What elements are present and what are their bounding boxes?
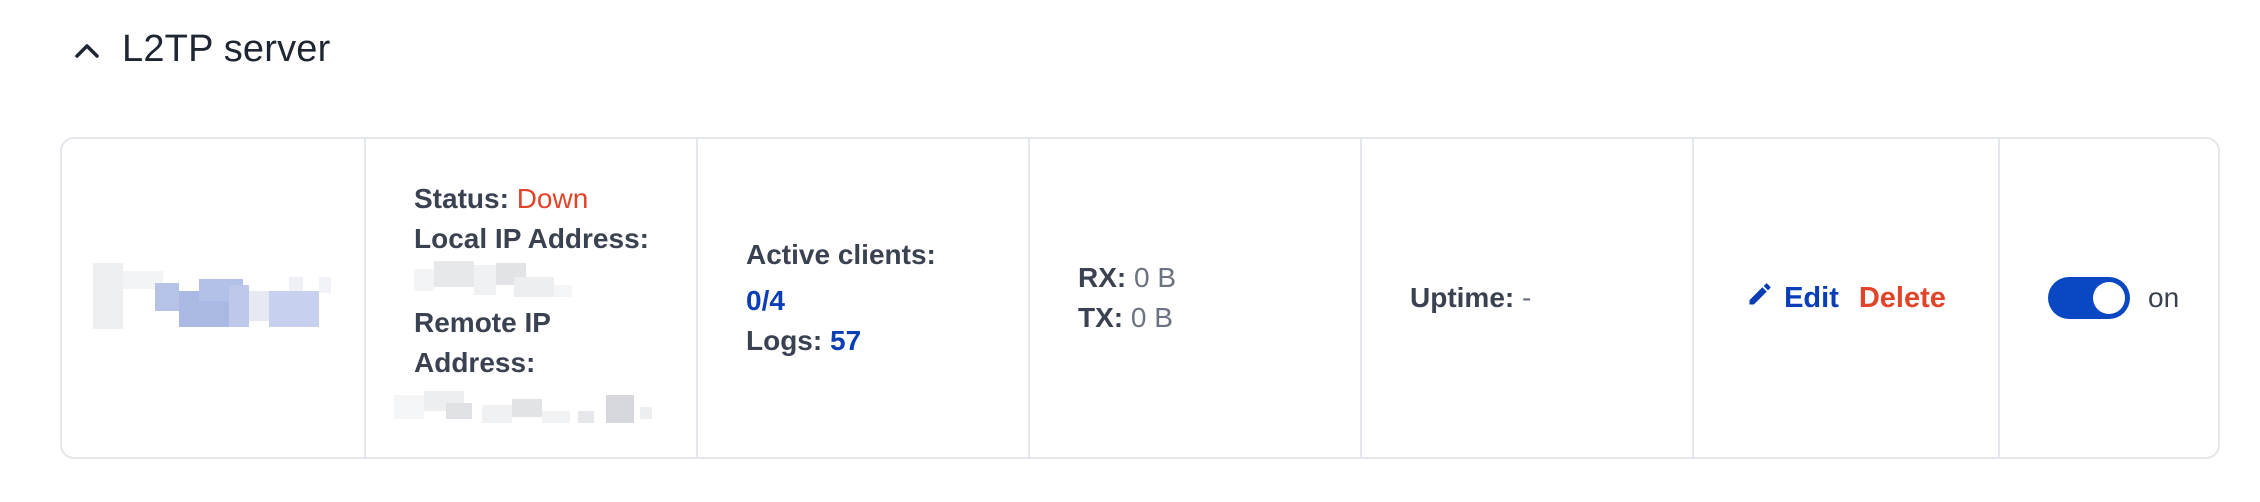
pencil-icon (1746, 280, 1774, 316)
remote-ip-label: Remote IP Address: (414, 307, 551, 378)
uptime-row: Uptime: - (1410, 278, 1531, 318)
chevron-up-icon[interactable] (72, 35, 102, 65)
redacted-remote-ip (394, 389, 664, 425)
tx-label: TX: (1078, 302, 1124, 333)
tx-value: 0 B (1130, 302, 1173, 333)
uptime-value: - (1522, 282, 1532, 313)
active-clients-link[interactable]: 0/4 (746, 281, 936, 321)
rx-row: RX: 0 B (1078, 258, 1176, 298)
uptime-label: Uptime: (1410, 282, 1515, 313)
local-ip-label: Local IP Address: (414, 223, 649, 254)
server-name-cell (62, 139, 366, 457)
logs-row: Logs: 57 (746, 321, 936, 361)
edit-label: Edit (1784, 281, 1839, 314)
toggle-cell: on (2000, 139, 2218, 457)
actions-cell: Edit Delete (1694, 139, 2000, 457)
rx-value: 0 B (1134, 262, 1177, 293)
redacted-server-name (93, 263, 333, 333)
clients-logs-cell: Active clients: 0/4 Logs: 57 (698, 139, 1030, 457)
delete-button[interactable]: Delete (1859, 282, 1946, 315)
status-label: Status: (414, 183, 509, 214)
enable-toggle[interactable] (2048, 277, 2130, 319)
rx-label: RX: (1078, 262, 1127, 293)
logs-label: Logs: (746, 325, 823, 356)
uptime-cell: Uptime: - (1362, 139, 1694, 457)
toggle-state-label: on (2148, 282, 2180, 313)
tx-row: TX: 0 B (1078, 298, 1176, 338)
status-value: Down (516, 183, 589, 214)
traffic-cell: RX: 0 B TX: 0 B (1030, 139, 1362, 457)
status-row: Status: Down (414, 179, 664, 219)
status-ip-cell: Status: Down Local IP Address: Remote IP… (366, 139, 698, 457)
logs-link[interactable]: 57 (830, 325, 861, 356)
edit-button[interactable]: Edit (1746, 280, 1839, 316)
section-header-l2tp[interactable]: L2TP server (72, 28, 330, 71)
active-clients-label: Active clients: (746, 239, 936, 270)
toggle-knob (2093, 282, 2125, 314)
section-title: L2TP server (122, 28, 331, 70)
redacted-local-ip (414, 261, 574, 299)
server-card: Status: Down Local IP Address: Remote IP… (60, 137, 2220, 459)
